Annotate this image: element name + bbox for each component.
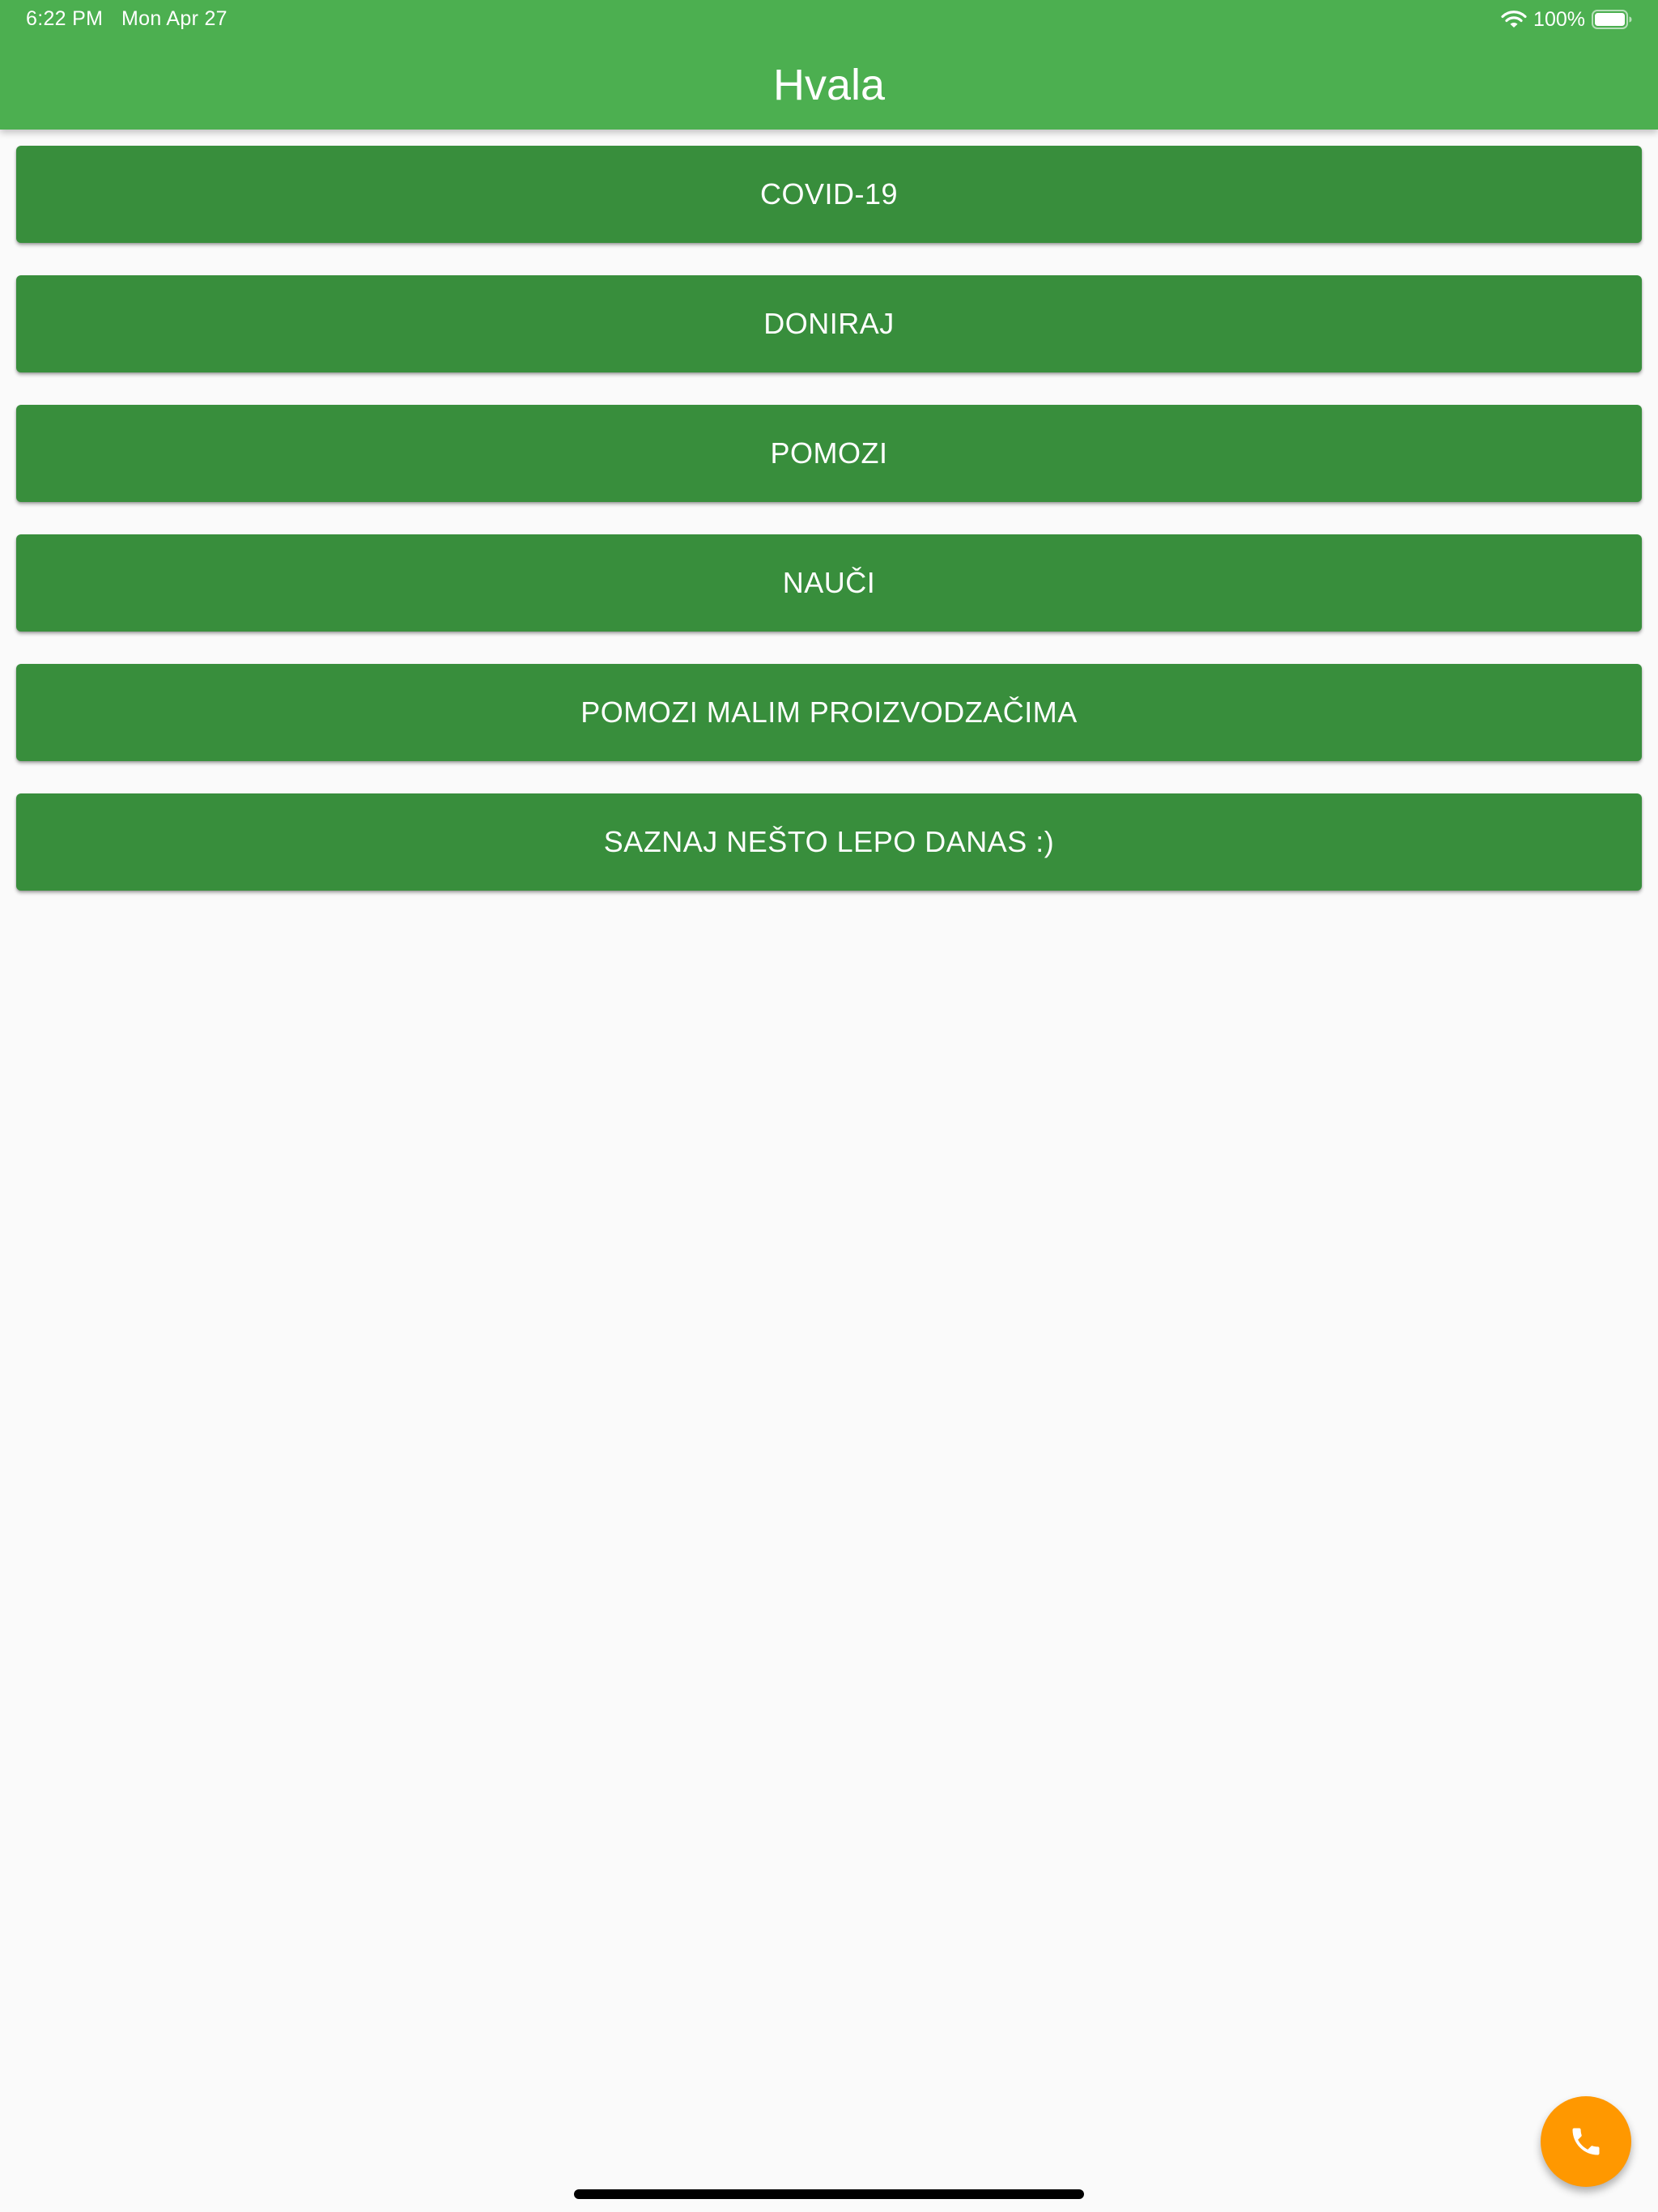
phone-icon	[1572, 2128, 1600, 2155]
donate-button[interactable]: DONIRAJ	[16, 275, 1642, 372]
home-indicator[interactable]	[574, 2189, 1084, 2199]
help-button[interactable]: POMOZI	[16, 405, 1642, 502]
help-small-producers-button[interactable]: POMOZI MALIM PROIZVODZAČIMA	[16, 664, 1642, 761]
page-title: Hvala	[772, 61, 886, 109]
status-indicators: 100%	[1501, 6, 1632, 32]
status-bar: 6:22 PM Mon Apr 27 100%	[0, 0, 1658, 39]
learn-something-nice-button[interactable]: SAZNAJ NEŠTO LEPO DANAS :)	[16, 793, 1642, 891]
call-fab-button[interactable]	[1541, 2096, 1631, 2187]
battery-percentage: 100%	[1533, 7, 1585, 31]
menu-list: COVID-19 DONIRAJ POMOZI NAUČI POMOZI MAL…	[16, 146, 1642, 923]
learn-button[interactable]: NAUČI	[16, 534, 1642, 632]
status-date: Mon Apr 27	[121, 7, 227, 30]
status-time: 6:22 PM	[26, 7, 104, 30]
battery-full-icon	[1592, 10, 1632, 29]
covid-19-button[interactable]: COVID-19	[16, 146, 1642, 243]
app-bar: 6:22 PM Mon Apr 27 100% Hvala	[0, 0, 1658, 130]
wifi-icon	[1501, 11, 1527, 28]
app-screen: 6:22 PM Mon Apr 27 100% Hvala COVID-19 D…	[0, 0, 1658, 2212]
